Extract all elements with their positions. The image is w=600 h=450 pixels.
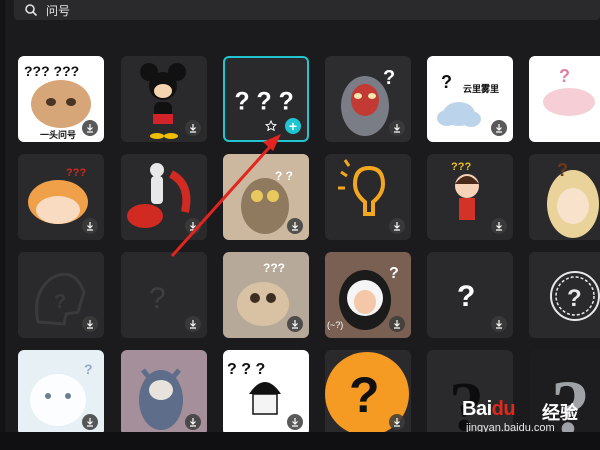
download-button[interactable] xyxy=(287,414,303,430)
sticker-tile-pink-blob[interactable]: ? xyxy=(529,56,600,142)
add-button[interactable]: + xyxy=(285,118,301,134)
download-button[interactable] xyxy=(389,218,405,234)
download-button[interactable] xyxy=(185,120,201,136)
search-input[interactable]: 问号 xyxy=(46,2,70,19)
sticker-tile-tom[interactable] xyxy=(121,350,207,436)
sticker-marks: ? xyxy=(149,282,166,315)
plus-icon: + xyxy=(288,118,298,134)
sticker-marks: ??? xyxy=(263,261,285,275)
download-button[interactable] xyxy=(287,218,303,234)
download-icon xyxy=(394,320,400,329)
download-icon xyxy=(87,418,93,427)
sticker-marks: ? xyxy=(557,160,568,180)
download-button[interactable] xyxy=(491,218,507,234)
download-icon xyxy=(87,124,93,133)
download-icon xyxy=(87,320,93,329)
sticker-tile-circle-q[interactable]: ? xyxy=(529,252,600,338)
sticker-marks: ? xyxy=(567,285,582,312)
bottom-toolbar xyxy=(0,432,600,450)
sticker-marks: ??? xyxy=(451,161,471,173)
sticker-marks: ? xyxy=(559,66,570,86)
sticker-marks: ? xyxy=(383,67,395,89)
sticker-tile-ultraman[interactable]: ? xyxy=(325,56,411,142)
sticker-tile-blonde-girl[interactable]: ? xyxy=(529,154,600,240)
sticker-marks: ? xyxy=(441,72,452,92)
download-button[interactable] xyxy=(82,120,98,136)
sticker-marks: ? ? ? xyxy=(227,361,265,378)
download-button[interactable] xyxy=(389,120,405,136)
sticker-marks: ? xyxy=(54,291,66,313)
sticker-marks: ? ? ? xyxy=(235,88,294,115)
star-icon xyxy=(265,120,277,132)
sticker-marks: ??? xyxy=(66,167,86,179)
download-icon xyxy=(394,124,400,133)
sticker-tile-dark-head[interactable]: ? xyxy=(18,252,104,338)
search-bar[interactable]: 问号 xyxy=(14,0,600,20)
sticker-tile-cat-2[interactable]: ??? xyxy=(223,252,309,338)
sticker-marks: ? xyxy=(389,265,399,282)
sticker-tile-figure-phone[interactable] xyxy=(121,154,207,240)
blonde-girl-image: ? xyxy=(547,160,599,238)
sticker-marks: ? ? xyxy=(275,169,293,183)
download-icon xyxy=(496,320,502,329)
sticker-tile-girl-head[interactable]: ??? xyxy=(18,154,104,240)
sticker-tile-orange-q[interactable]: ? xyxy=(325,350,411,436)
sticker-tile-dark-question[interactable]: ? xyxy=(121,252,207,338)
sticker-marks: ? xyxy=(457,280,475,313)
download-icon xyxy=(496,222,502,231)
download-icon xyxy=(190,124,196,133)
download-button[interactable] xyxy=(185,218,201,234)
sticker-panel: 问号 ??? ??? 一头问号 ? ? ? + ? ? 云里雾里 ? ??? ?… xyxy=(0,0,600,450)
download-button[interactable] xyxy=(491,120,507,136)
sticker-tile-bulb[interactable] xyxy=(325,154,411,240)
download-icon xyxy=(190,418,196,427)
download-button[interactable] xyxy=(491,316,507,332)
download-button[interactable] xyxy=(185,316,201,332)
sticker-tile-penguin-kid[interactable]: ? (~?) xyxy=(325,252,411,338)
download-icon xyxy=(394,418,400,427)
sticker-marks: ? xyxy=(349,367,380,423)
sticker-marks: ??? ??? xyxy=(24,63,79,79)
sticker-caption: 云里雾里 xyxy=(463,84,500,94)
sticker-tile-cloud[interactable]: ? 云里雾里 xyxy=(427,56,513,142)
download-icon xyxy=(190,222,196,231)
sticker-tile-white-bunny[interactable]: ? xyxy=(18,350,104,436)
search-icon xyxy=(25,4,38,17)
download-button[interactable] xyxy=(389,414,405,430)
sticker-tile-owl[interactable]: ? ? xyxy=(223,154,309,240)
download-button[interactable] xyxy=(287,316,303,332)
watermark-brand: Baidu xyxy=(462,398,516,420)
sticker-caption: (~?) xyxy=(327,320,344,330)
sticker-tile-cat[interactable]: ??? ??? 一头问号 xyxy=(18,56,104,142)
download-button[interactable] xyxy=(389,316,405,332)
sticker-tile-mickey[interactable] xyxy=(121,56,207,142)
download-button[interactable] xyxy=(82,414,98,430)
download-button[interactable] xyxy=(185,414,201,430)
sticker-tile-doll[interactable]: ??? xyxy=(427,154,513,240)
download-icon xyxy=(496,124,502,133)
sticker-tile-three-questions[interactable]: ? ? ? + xyxy=(223,56,309,142)
sticker-tile-white-q[interactable]: ? xyxy=(427,252,513,338)
sticker-tile-bowl-cut[interactable]: ? ? ? xyxy=(223,350,309,436)
download-button[interactable] xyxy=(82,218,98,234)
download-icon xyxy=(87,222,93,231)
circle-question-image: ? xyxy=(550,271,600,321)
download-icon xyxy=(190,320,196,329)
pink-blob-image: ? xyxy=(543,66,595,116)
sticker-caption: 一头问号 xyxy=(40,130,77,140)
download-icon xyxy=(292,222,298,231)
left-divider xyxy=(0,0,5,432)
download-icon xyxy=(292,418,298,427)
download-icon xyxy=(394,222,400,231)
favorite-button[interactable] xyxy=(263,118,279,134)
sticker-marks: ? xyxy=(84,361,93,377)
download-button[interactable] xyxy=(82,316,98,332)
download-icon xyxy=(292,320,298,329)
